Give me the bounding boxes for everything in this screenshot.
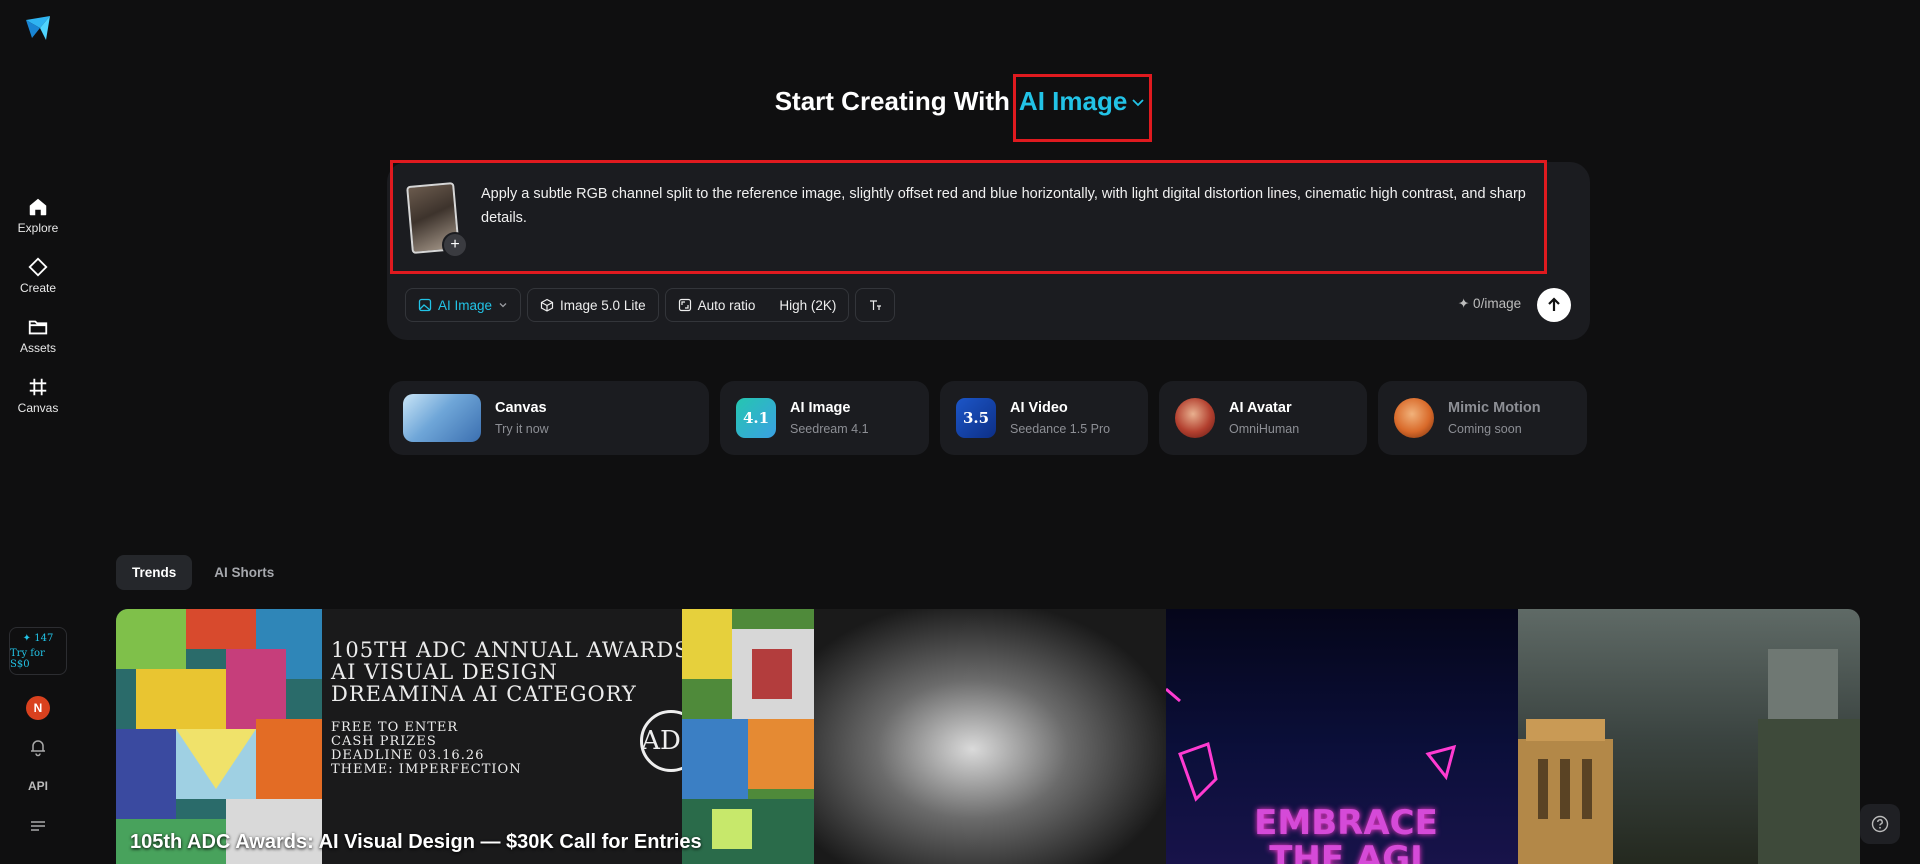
avatar-thumbnail — [1175, 398, 1215, 438]
api-link[interactable]: API — [0, 779, 76, 793]
logo-icon[interactable] — [24, 14, 52, 42]
app-root: Explore Create Assets Canvas ✦ 147 Try f… — [0, 0, 1920, 864]
text-icon — [870, 300, 882, 310]
diamond-icon — [28, 257, 48, 277]
adc-small-2: CASH PRIZES — [331, 734, 437, 749]
ratio-quality-select[interactable]: Auto ratio High (2K) — [664, 288, 850, 322]
canvas-thumbnail — [403, 394, 481, 442]
card-ai-avatar[interactable]: AI Avatar OmniHuman — [1159, 381, 1367, 455]
sidebar-item-label: Explore — [17, 221, 59, 235]
card-subtitle: Seedream 4.1 — [790, 422, 869, 436]
adc-line-2: AI VISUAL DESIGN — [331, 660, 558, 684]
sidebar-item-label: Canvas — [17, 401, 59, 415]
credits-box[interactable]: ✦ 147 Try for S$0 — [9, 627, 67, 675]
seedream-badge: 4.1 — [736, 398, 776, 438]
adc-small-3: DEADLINE 03.16.26 — [331, 748, 485, 763]
help-button[interactable] — [1860, 804, 1900, 844]
sidebar: Explore Create Assets Canvas ✦ 147 Try f… — [0, 0, 76, 864]
cube-icon — [540, 298, 554, 312]
mosaic-art-right — [682, 609, 814, 864]
adc-caption: 105th ADC Awards: AI Visual Design — $30… — [130, 831, 702, 853]
card-subtitle: Coming soon — [1448, 422, 1522, 436]
ratio-icon — [678, 298, 691, 312]
image-icon — [418, 298, 432, 312]
frame-icon — [29, 378, 47, 396]
mimic-thumbnail — [1394, 398, 1434, 438]
card-title: Mimic Motion — [1448, 400, 1541, 416]
quality-label: High (2K) — [779, 297, 837, 313]
sidebar-item-canvas[interactable]: Canvas — [0, 376, 76, 415]
send-button[interactable] — [1537, 288, 1571, 322]
card-title: AI Image — [790, 400, 851, 416]
add-reference-button[interactable]: + — [442, 232, 468, 258]
card-mimic-motion: Mimic Motion Coming soon — [1378, 381, 1587, 455]
mosaic-art — [116, 609, 322, 864]
text-style-button[interactable] — [855, 288, 896, 322]
cost-label: ✦ 0/image — [1458, 296, 1522, 311]
ruins-art — [1518, 649, 1860, 864]
card-subtitle: Seedance 1.5 Pro — [1010, 422, 1111, 436]
folder-icon — [28, 320, 48, 335]
adc-line-1: 105TH ADC ANNUAL AWARDS — [331, 638, 690, 662]
sidebar-item-create[interactable]: Create — [0, 256, 76, 295]
chevron-down-icon — [499, 303, 507, 308]
adc-small-4: THEME: IMPERFECTION — [331, 762, 522, 777]
adc-poster-text: 105TH ADC ANNUAL AWARDS AI VISUAL DESIGN… — [331, 639, 691, 777]
gallery-tile-claw[interactable] — [814, 609, 1166, 864]
gallery-tile-ruins[interactable] — [1518, 609, 1860, 864]
mode-dropdown[interactable]: AI Image — [1012, 74, 1153, 142]
mode-label: AI Image — [1018, 86, 1128, 116]
home-icon — [29, 198, 47, 216]
seedance-badge-text: 3.5 — [962, 409, 990, 427]
model-select-label: Image 5.0 Lite — [560, 297, 646, 313]
gallery: 105TH ADC ANNUAL AWARDS AI VISUAL DESIGN… — [116, 609, 1860, 864]
card-subtitle: Try it now — [495, 422, 549, 436]
try-label: Try for S$0 — [10, 647, 45, 670]
card-ai-image[interactable]: 4.1 AI Image Seedream 4.1 — [720, 381, 929, 455]
sidebar-item-explore[interactable]: Explore — [0, 196, 76, 235]
gallery-tile-adc[interactable]: 105TH ADC ANNUAL AWARDS AI VISUAL DESIGN… — [116, 609, 814, 864]
credits-count: ✦ 147 — [22, 632, 54, 644]
sidebar-item-label: Assets — [19, 341, 56, 355]
retro-text: EMBRACE THE AGI — [1254, 803, 1438, 864]
adc-small-1: FREE TO ENTER — [331, 720, 459, 735]
tab-ai-shorts[interactable]: AI Shorts — [198, 555, 290, 590]
card-title: Canvas — [495, 400, 547, 416]
model-select[interactable]: Image 5.0 Lite — [527, 288, 659, 322]
sidebar-item-label: Create — [19, 281, 57, 295]
mode-select-label: AI Image — [438, 297, 493, 313]
card-ai-video[interactable]: 3.5 AI Video Seedance 1.5 Pro — [940, 381, 1148, 455]
card-subtitle: OmniHuman — [1229, 422, 1300, 436]
seedream-badge-text: 4.1 — [742, 409, 770, 427]
gallery-tile-retro[interactable]: EMBRACE THE AGI — [1166, 609, 1518, 864]
seedance-badge: 3.5 — [956, 398, 996, 438]
prompt-input[interactable]: Apply a subtle RGB channel split to the … — [481, 182, 1541, 230]
heading-prefix: Start Creating With — [774, 86, 1010, 116]
arrow-up-icon — [1548, 297, 1560, 311]
ratio-label: Auto ratio — [697, 297, 756, 313]
tab-trends[interactable]: Trends — [116, 555, 193, 590]
help-icon — [1871, 815, 1889, 833]
page-title: Start Creating With AI Image — [0, 74, 1920, 142]
feed-tabs: Trends AI Shorts — [116, 555, 290, 590]
card-title: AI Avatar — [1229, 400, 1292, 416]
bell-icon[interactable] — [28, 737, 48, 757]
sidebar-item-assets[interactable]: Assets — [0, 316, 76, 355]
card-canvas[interactable]: Canvas Try it now — [389, 381, 709, 455]
chevron-down-icon — [1132, 98, 1144, 106]
menu-icon[interactable] — [28, 818, 48, 834]
card-title: AI Video — [1010, 400, 1068, 416]
avatar[interactable]: N — [26, 696, 50, 720]
plus-icon: + — [450, 236, 460, 253]
mode-select[interactable]: AI Image — [405, 288, 522, 322]
adc-line-3: DREAMINA AI CATEGORY — [331, 682, 637, 706]
prompt-toolbar: AI Image Image 5.0 Lite Auto ratio High … — [405, 288, 896, 322]
